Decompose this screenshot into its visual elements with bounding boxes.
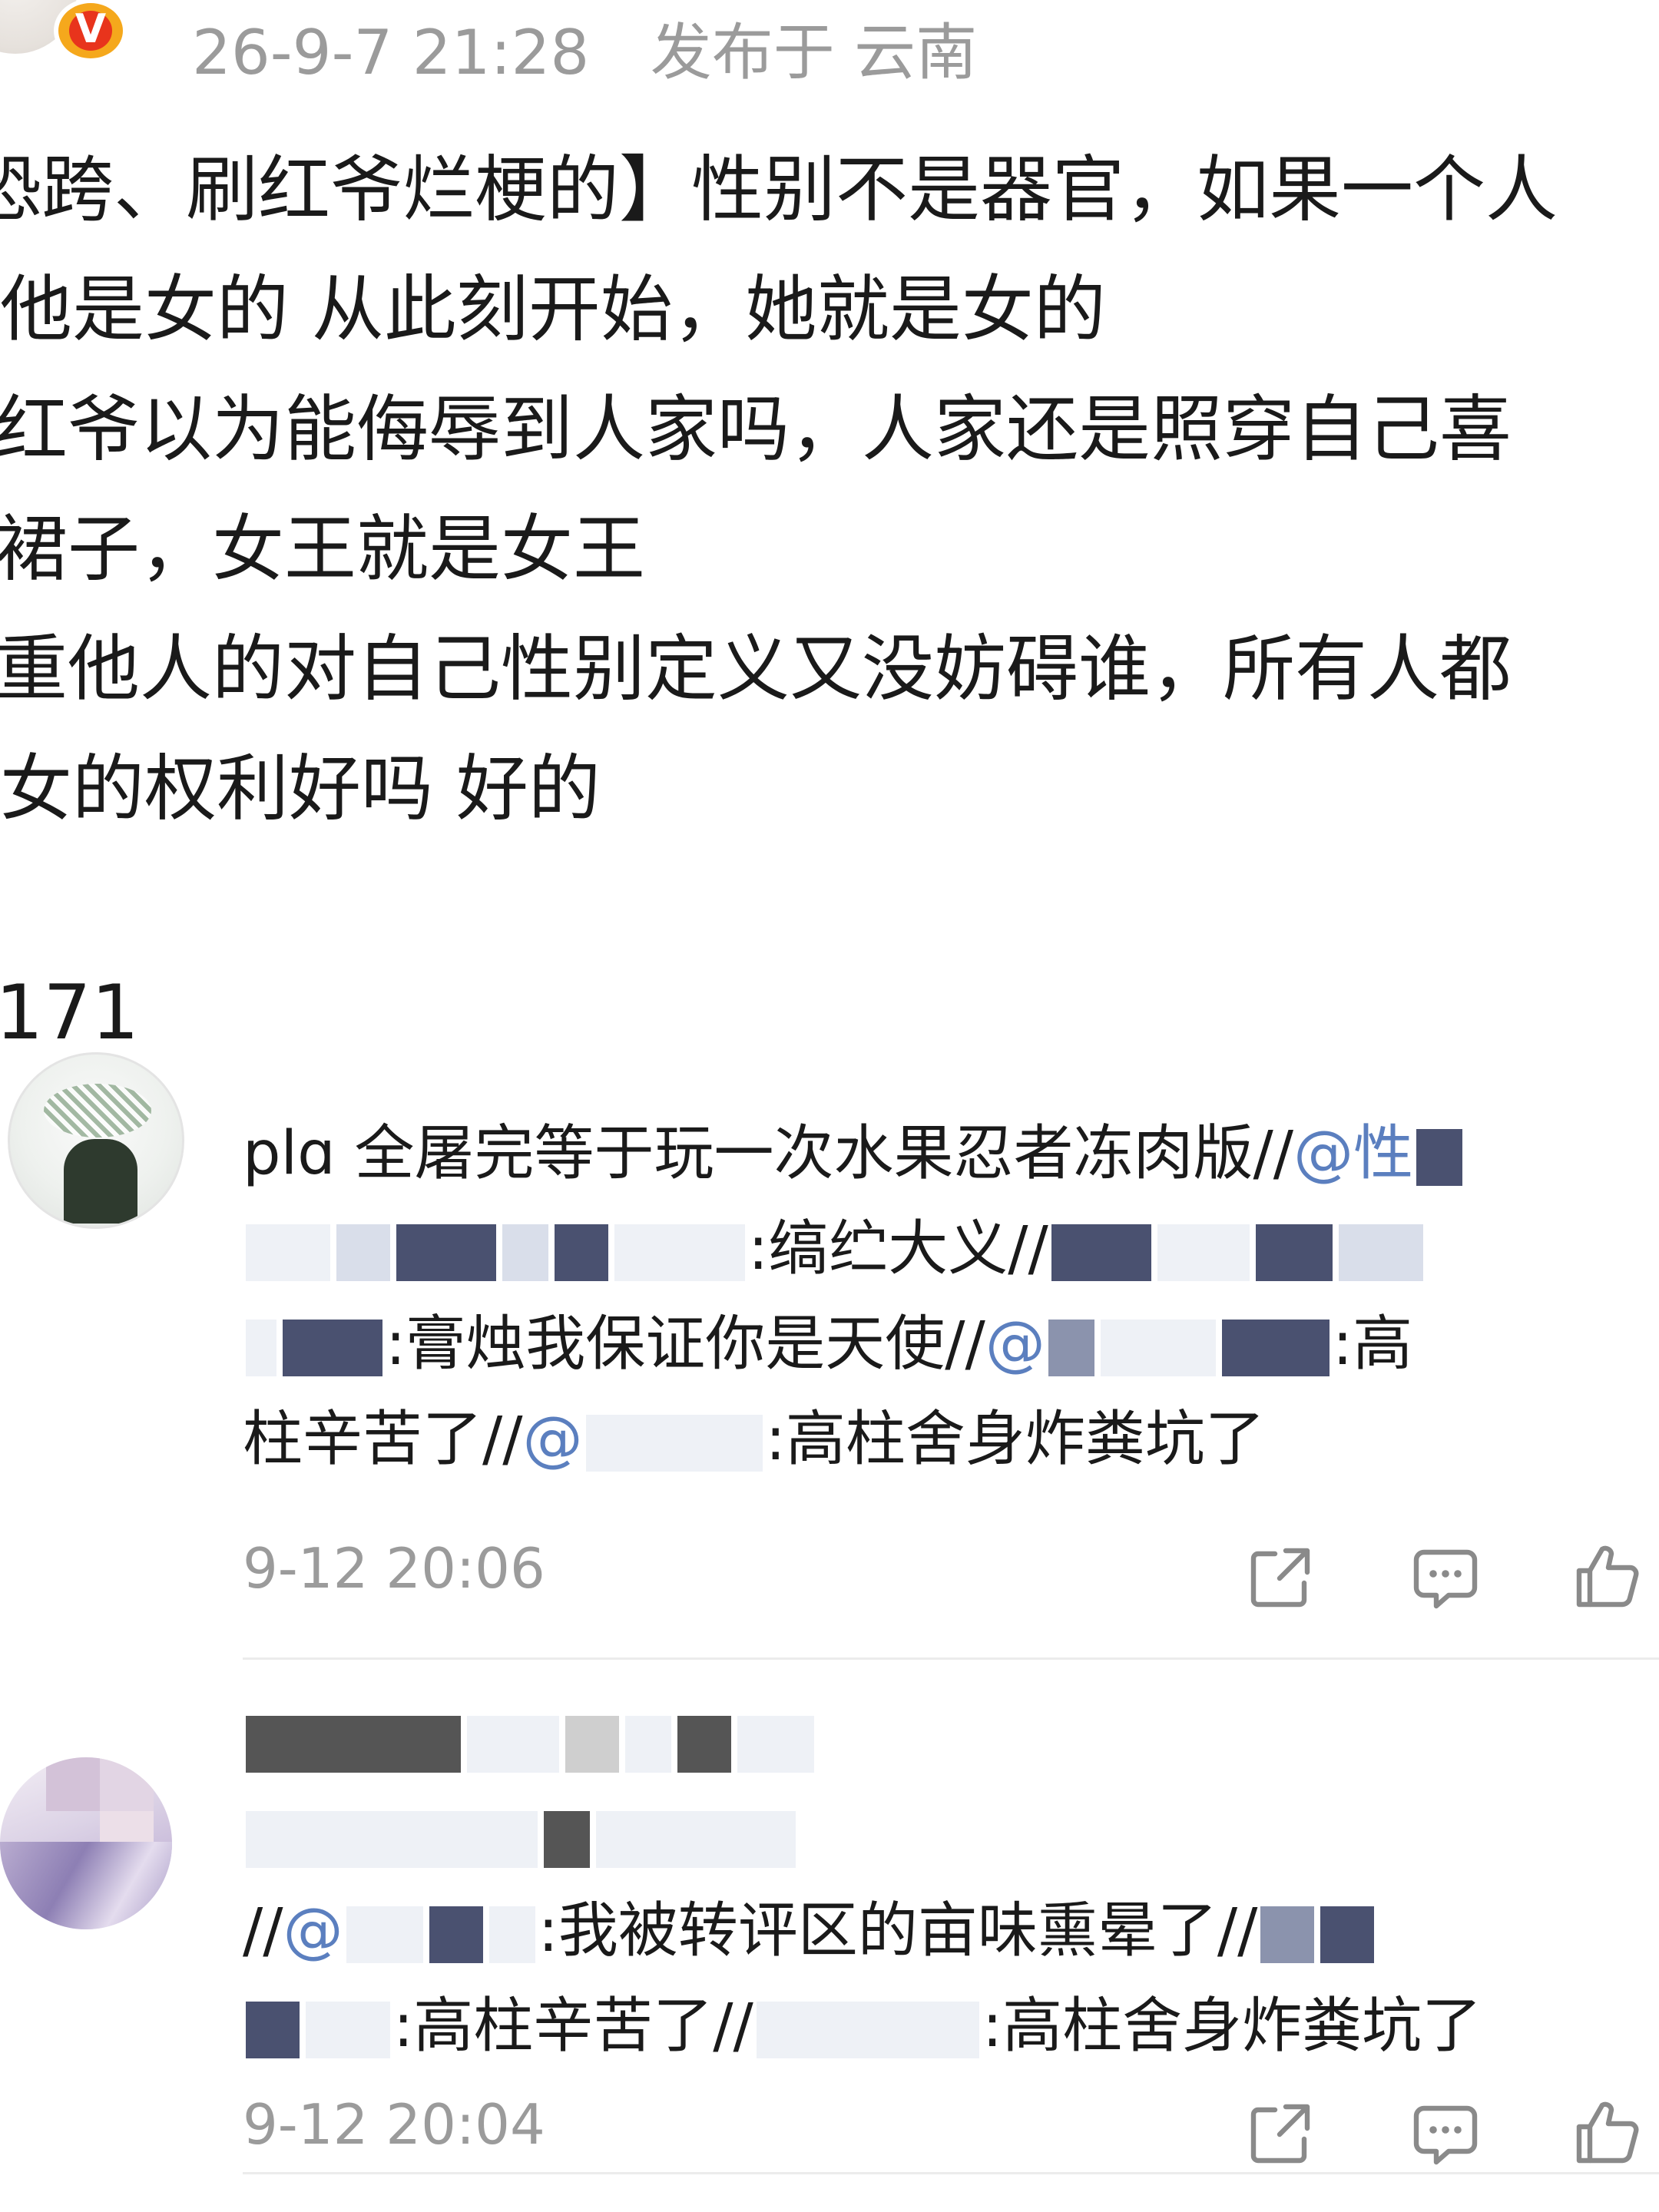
comment-divider xyxy=(243,2172,1659,2174)
redacted-block xyxy=(502,1224,548,1281)
avatar-mosaic xyxy=(0,1842,172,1929)
comment-line: :高柱辛苦了// :高柱舍身炸粪坑了 xyxy=(243,1979,1659,2074)
redacted-block xyxy=(1260,1906,1315,1963)
redacted-block xyxy=(555,1224,608,1281)
post-text-line: 红爷以为能侮辱到人家吗，人家还是照穿自己喜 xyxy=(0,388,1512,472)
redacted-block xyxy=(1051,1224,1151,1281)
comment-line: :膏烛我保证你是天使//@ :高 xyxy=(243,1296,1659,1392)
thumbs-up-icon[interactable] xyxy=(1570,1540,1644,1614)
verified-badge-label: V xyxy=(75,6,107,52)
comment-line: //@ :我被转评区的亩味熏晕了// xyxy=(243,1883,1659,1979)
share-icon[interactable] xyxy=(1244,1540,1318,1614)
redacted-block xyxy=(596,1810,796,1868)
redacted-block xyxy=(1100,1319,1216,1376)
redacted-block xyxy=(246,1715,461,1773)
comment-text-segment: // xyxy=(243,1896,283,1965)
commenter-avatar[interactable] xyxy=(8,1052,184,1229)
mention-link[interactable]: @ xyxy=(283,1883,343,1979)
comment-text-segment: :缟纻大义// xyxy=(748,1214,1048,1283)
redacted-block xyxy=(1338,1224,1423,1281)
redacted-block xyxy=(246,1319,276,1376)
comment-line: :缟纻大义// xyxy=(243,1201,1659,1296)
redacted-block xyxy=(1320,1906,1375,1963)
redacted-block xyxy=(336,1224,390,1281)
redacted-block xyxy=(429,1906,483,1963)
mention-link[interactable]: 性 xyxy=(1353,1106,1413,1201)
comment-text-segment: :高柱舍身炸粪坑了 xyxy=(982,1992,1482,2061)
comment-line xyxy=(243,1693,1659,1788)
comment-text: plɑ 全屠完等于玩一次水果忍者冻肉版//@性 :缟纻大义// :膏烛我保证你是… xyxy=(243,1106,1659,1487)
redacted-block xyxy=(283,1319,382,1376)
redacted-block xyxy=(396,1224,496,1281)
comment-text-segment: :我被转评区的亩味熏晕了// xyxy=(538,1896,1258,1965)
avatar-mosaic xyxy=(100,1757,154,1811)
redacted-block xyxy=(1221,1319,1330,1376)
redacted-block xyxy=(544,1810,590,1868)
comment-icon[interactable] xyxy=(1409,2096,1482,2170)
post-text-line: 他是女的 从此刻开始，她就是女的 xyxy=(0,268,1106,352)
post-body: 恐跨、刷红爷烂梗的】性别不是器官，如果一个人 他是女的 从此刻开始，她就是女的 … xyxy=(0,131,1659,849)
comment-text-segment: :高柱舍身炸粪坑了 xyxy=(765,1405,1265,1474)
mention-link[interactable]: @ xyxy=(1293,1106,1353,1201)
comment-text: //@ :我被转评区的亩味熏晕了// :高柱辛苦了// :高柱舍身炸粪坑了 xyxy=(243,1693,1659,2074)
redacted-block xyxy=(306,2001,390,2058)
post-text-line: 裙子，女王就是女王 xyxy=(0,508,646,591)
redacted-block xyxy=(488,1906,535,1963)
commenter-avatar[interactable] xyxy=(0,1757,172,1929)
post-time: 26-9-7 21:28 xyxy=(192,17,590,88)
post-text-line: 重他人的对自己性别定义又没妨碍谁，所有人都 xyxy=(0,628,1512,711)
redacted-block xyxy=(246,2001,300,2058)
comment-text-segment: :高 xyxy=(1332,1310,1413,1379)
post-text-line: 女的权利好吗 好的 xyxy=(0,747,601,831)
mention-link[interactable]: @ xyxy=(985,1296,1045,1392)
redacted-block xyxy=(756,2001,979,2058)
comment-text-segment: plɑ 全屠完等于玩一次水果忍者冻肉版// xyxy=(243,1119,1294,1188)
mention-link[interactable]: @ xyxy=(523,1392,583,1487)
comment-divider xyxy=(243,1657,1659,1660)
comment-line: 柱辛苦了//@ :高柱舍身炸粪坑了 xyxy=(243,1392,1659,1487)
redacted-block xyxy=(1157,1224,1250,1281)
redacted-block xyxy=(737,1715,814,1773)
redacted-block xyxy=(246,1810,538,1868)
verified-badge-icon: V xyxy=(54,0,127,63)
redacted-block xyxy=(467,1715,559,1773)
comment-line xyxy=(243,1788,1659,1883)
redacted-block xyxy=(246,1224,330,1281)
share-icon[interactable] xyxy=(1244,2096,1318,2170)
comment-line: plɑ 全屠完等于玩一次水果忍者冻肉版//@性 xyxy=(243,1106,1659,1201)
comment-icon[interactable] xyxy=(1409,1540,1482,1614)
post-meta: 26-9-7 21:28 发布于 云南 xyxy=(192,3,977,92)
redacted-block xyxy=(585,1414,763,1472)
avatar-figure-shape xyxy=(64,1139,137,1224)
comment-text-segment: 柱辛苦了// xyxy=(243,1405,523,1474)
avatar-mosaic xyxy=(46,1757,100,1811)
comment-time: 9-12 20:04 xyxy=(243,2092,545,2157)
comment-time: 9-12 20:06 xyxy=(243,1536,545,1601)
thumbs-up-icon[interactable] xyxy=(1570,2096,1644,2170)
redacted-block xyxy=(1048,1319,1094,1376)
like-count: 171 xyxy=(0,969,140,1057)
redacted-block xyxy=(565,1715,619,1773)
comment-actions xyxy=(1244,2096,1644,2173)
redacted-block xyxy=(1416,1128,1463,1186)
redacted-block xyxy=(346,1906,423,1963)
redacted-block xyxy=(614,1224,745,1281)
post-text-line: 恐跨、刷红爷烂梗的】性别不是器官，如果一个人 xyxy=(0,148,1558,232)
comment-text-segment: :膏烛我保证你是天使// xyxy=(386,1310,985,1379)
post-header: V 26-9-7 21:28 发布于 云南 xyxy=(0,0,1659,92)
redacted-block xyxy=(677,1715,731,1773)
redacted-block xyxy=(625,1715,671,1773)
redacted-block xyxy=(1255,1224,1333,1281)
comment-actions xyxy=(1244,1540,1644,1617)
avatar-hair-shape xyxy=(44,1084,151,1137)
post-location: 发布于 云南 xyxy=(650,17,978,88)
comment-text-segment: :高柱辛苦了// xyxy=(393,1992,753,2061)
